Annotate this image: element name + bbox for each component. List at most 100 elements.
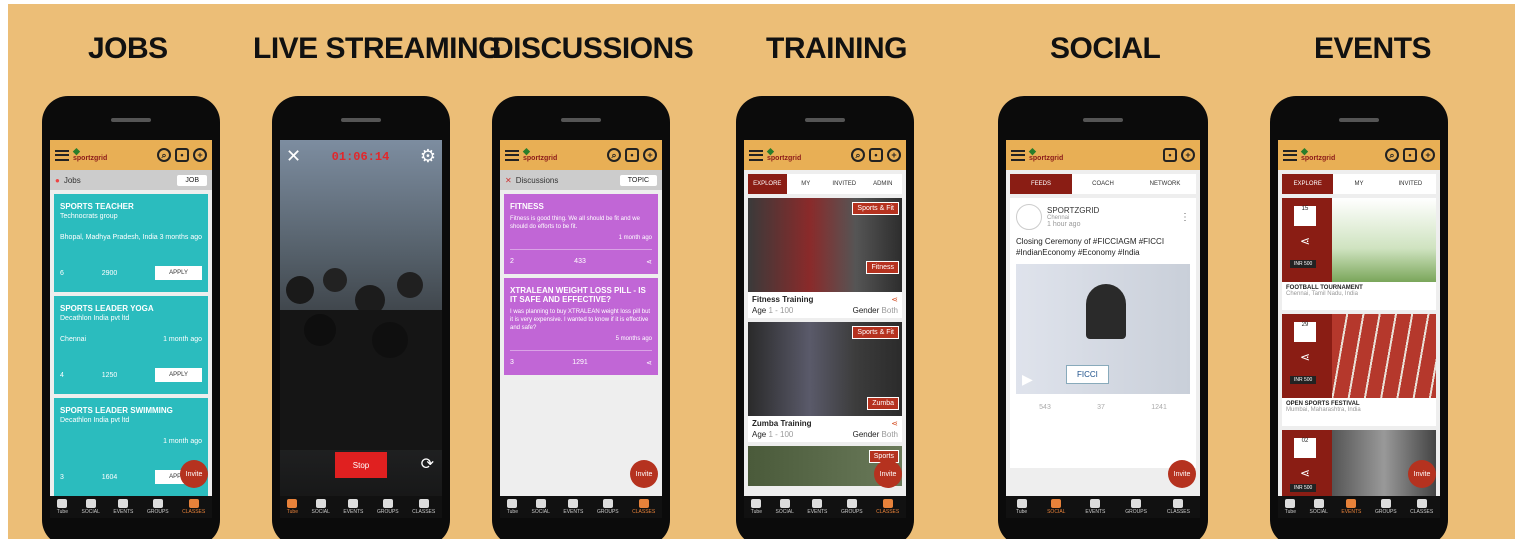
close-icon[interactable]: ✕ <box>286 146 301 167</box>
nav-events[interactable]: EVENTS <box>807 499 827 515</box>
job-toggle[interactable]: JOB <box>177 174 207 186</box>
tab-network[interactable]: NETWORK <box>1134 174 1196 194</box>
tab-feeds[interactable]: FEEDS <box>1010 174 1072 194</box>
menu-icon[interactable] <box>55 149 69 161</box>
switch-camera-icon[interactable]: ⟳ <box>421 454 434 474</box>
tab-explore[interactable]: EXPLORE <box>1282 174 1334 194</box>
feed-post[interactable]: SPORTZGRID Chennai 1 hour ago ⋮ Closing … <box>1010 198 1196 468</box>
tab-my[interactable]: MY <box>1333 174 1384 194</box>
comment-count[interactable]: 37 <box>1097 404 1105 411</box>
nav-groups[interactable]: GROUPS <box>377 499 399 515</box>
thumbs-up-icon <box>1313 499 1324 508</box>
share-icon[interactable]: ⋖ <box>1300 350 1310 364</box>
share-icon[interactable]: ⋖ <box>1300 234 1310 248</box>
nav-tube[interactable]: Tube <box>1285 499 1296 515</box>
event-image <box>1332 314 1436 398</box>
menu-icon[interactable] <box>505 149 519 161</box>
search-icon[interactable]: ⌕ <box>157 148 171 162</box>
live-icon[interactable]: • <box>625 148 639 162</box>
nav-social[interactable]: SOCIAL <box>1047 499 1065 515</box>
training-image[interactable]: Sports & Fit Zumba <box>748 322 902 416</box>
share-icon[interactable]: ⋖ <box>646 258 652 266</box>
invite-button[interactable]: Invite <box>1168 460 1196 488</box>
nav-groups[interactable]: GROUPS <box>147 499 169 515</box>
nav-classes[interactable]: CLASSES <box>1410 499 1433 515</box>
post-text: Closing Ceremony of #FICCIAGM #FICCI #In… <box>1016 237 1165 257</box>
menu-icon[interactable] <box>1011 149 1025 161</box>
job-card[interactable]: SPORTS TEACHER Technocrats group Bhopal,… <box>54 194 208 292</box>
nav-events[interactable]: EVENTS <box>1341 499 1361 515</box>
like-count[interactable]: 543 <box>1039 404 1051 411</box>
add-icon[interactable]: + <box>643 148 657 162</box>
share-icon[interactable]: ⋖ <box>646 359 652 367</box>
share-icon[interactable]: ⋖ <box>891 419 898 428</box>
tab-invited[interactable]: INVITED <box>825 174 864 194</box>
share-icon[interactable]: ⋖ <box>1300 466 1310 480</box>
nav-events[interactable]: EVENTS <box>1085 499 1105 515</box>
nav-tube[interactable]: Tube <box>507 499 518 515</box>
tab-admin[interactable]: ADMIN <box>864 174 903 194</box>
nav-classes[interactable]: CLASSES <box>1167 499 1190 515</box>
nav-social[interactable]: SOCIAL <box>776 499 794 515</box>
more-icon[interactable]: ⋮ <box>1180 212 1190 223</box>
tab-my[interactable]: MY <box>787 174 826 194</box>
invite-button[interactable]: Invite <box>180 460 208 488</box>
nav-social[interactable]: SOCIAL <box>82 499 100 515</box>
settings-icon[interactable]: ⚙ <box>420 146 436 167</box>
event-card[interactable]: 29 ⋖ INR 500 OPEN SPORTS FESTIVAL Mumbai,… <box>1282 314 1436 426</box>
nav-events[interactable]: EVENTS <box>563 499 583 515</box>
play-icon[interactable]: ▶ <box>1022 371 1033 388</box>
search-icon[interactable]: ⌕ <box>851 148 865 162</box>
tab-coach[interactable]: COACH <box>1072 174 1134 194</box>
share-icon[interactable]: ⋖ <box>891 295 898 304</box>
tab-invited[interactable]: INVITED <box>1385 174 1436 194</box>
menu-icon[interactable] <box>749 149 763 161</box>
nav-classes[interactable]: CLASSES <box>876 499 899 515</box>
nav-social[interactable]: SOCIAL <box>532 499 550 515</box>
live-icon[interactable]: • <box>1163 148 1177 162</box>
nav-social[interactable]: SOCIAL <box>312 499 330 515</box>
nav-classes[interactable]: CLASSES <box>412 499 435 515</box>
invite-button[interactable]: Invite <box>1408 460 1436 488</box>
add-icon[interactable]: + <box>1421 148 1435 162</box>
nav-tube[interactable]: Tube <box>1016 499 1027 515</box>
nav-tube[interactable]: Tube <box>751 499 762 515</box>
discussion-card[interactable]: FITNESS Fitness is good thing. We all sh… <box>504 194 658 274</box>
training-image[interactable]: Sports & Fit Fitness <box>748 198 902 292</box>
nav-groups[interactable]: GROUPS <box>597 499 619 515</box>
invite-button[interactable]: Invite <box>874 460 902 488</box>
topic-toggle[interactable]: TOPIC <box>619 174 657 186</box>
nav-events[interactable]: EVENTS <box>113 499 133 515</box>
bottom-nav: Tube SOCIAL EVENTS GROUPS CLASSES <box>500 496 662 518</box>
search-icon[interactable]: ⌕ <box>607 148 621 162</box>
add-icon[interactable]: + <box>1181 148 1195 162</box>
post-video[interactable]: FICCI ▶ <box>1016 264 1190 394</box>
live-icon[interactable]: • <box>1403 148 1417 162</box>
discussion-card[interactable]: XTRALEAN WEIGHT LOSS PILL - IS IT SAFE A… <box>504 278 658 375</box>
add-icon[interactable]: + <box>887 148 901 162</box>
add-icon[interactable]: + <box>193 148 207 162</box>
nav-groups[interactable]: GROUPS <box>1375 499 1397 515</box>
nav-classes[interactable]: CLASSES <box>632 499 655 515</box>
nav-events[interactable]: EVENTS <box>343 499 363 515</box>
nav-groups[interactable]: GROUPS <box>841 499 863 515</box>
search-icon[interactable]: ⌕ <box>1385 148 1399 162</box>
menu-icon[interactable] <box>1283 149 1297 161</box>
apply-button[interactable]: APPLY <box>155 266 202 280</box>
nav-tube[interactable]: Tube <box>57 499 68 515</box>
event-price: INR 500 <box>1290 260 1317 268</box>
live-icon[interactable]: • <box>175 148 189 162</box>
event-card[interactable]: 15 ⋖ INR 500 FOOTBALL TOURNAMENT Chennai,… <box>1282 198 1436 310</box>
nav-classes[interactable]: CLASSES <box>182 499 205 515</box>
tab-explore[interactable]: EXPLORE <box>748 174 787 194</box>
live-icon[interactable]: • <box>869 148 883 162</box>
stop-button[interactable]: Stop <box>335 452 387 478</box>
sportzgrid-logo: ◆ sportzgrid <box>523 146 558 163</box>
phone-speaker <box>111 118 151 122</box>
invite-button[interactable]: Invite <box>630 460 658 488</box>
job-card[interactable]: SPORTS LEADER YOGA Decathlon India pvt l… <box>54 296 208 394</box>
apply-button[interactable]: APPLY <box>155 368 202 382</box>
nav-groups[interactable]: GROUPS <box>1125 499 1147 515</box>
nav-social[interactable]: SOCIAL <box>1310 499 1328 515</box>
nav-tube[interactable]: Tube <box>287 499 298 515</box>
